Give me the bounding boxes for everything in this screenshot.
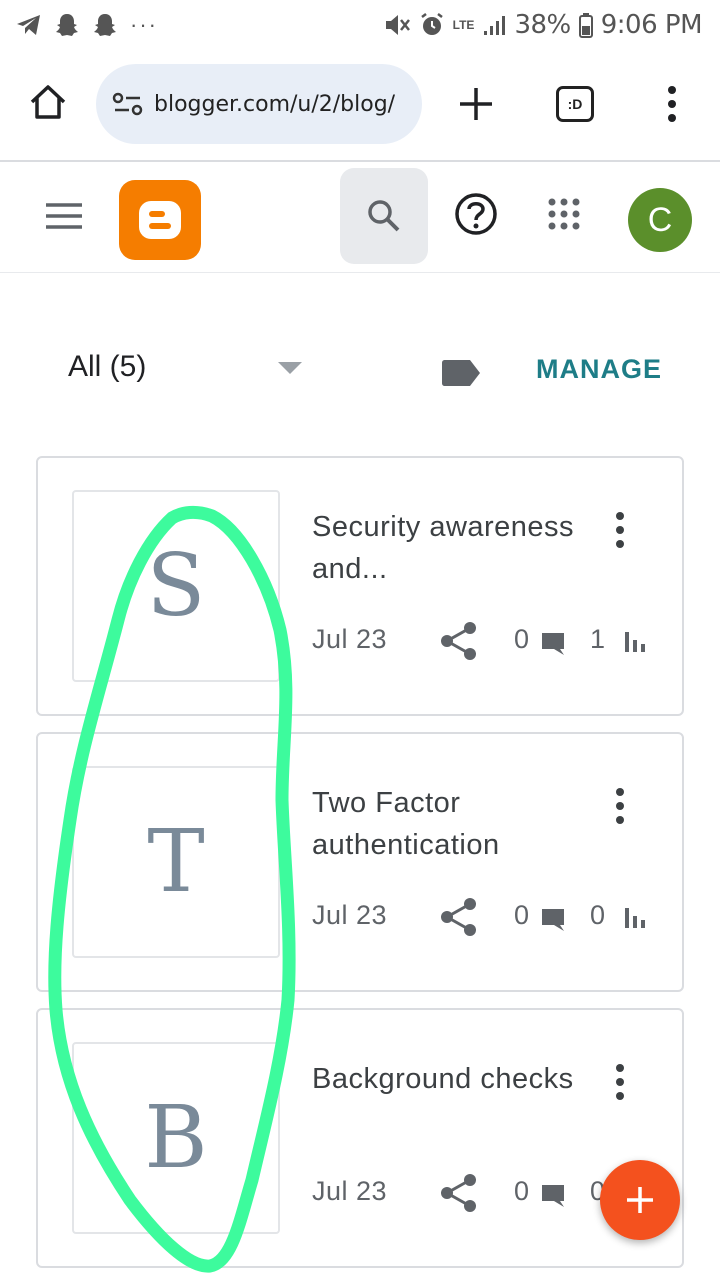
- more-vert-icon[interactable]: [612, 786, 628, 826]
- post-title[interactable]: Two Factor authentication: [312, 782, 612, 866]
- browser-toolbar: blogger.com/u/2/blog/ :D: [0, 52, 720, 160]
- hamburger-menu-icon[interactable]: [44, 200, 84, 232]
- notification-icons: ···: [16, 12, 158, 38]
- post-filter-dropdown[interactable]: All (5): [68, 350, 146, 384]
- signal-icon: [484, 16, 506, 35]
- address-bar[interactable]: blogger.com/u/2/blog/: [96, 64, 422, 144]
- manage-button[interactable]: MANAGE: [536, 354, 662, 385]
- url-text: blogger.com/u/2/blog/: [154, 91, 396, 117]
- post-thumbnail: S: [72, 490, 280, 682]
- more-vert-icon[interactable]: [612, 1062, 628, 1102]
- header-divider: [0, 272, 720, 273]
- network-type: LTE: [452, 18, 475, 32]
- share-icon[interactable]: [438, 896, 480, 938]
- comment-icon: [542, 633, 564, 655]
- system-icons: LTE 38% 9:06 PM: [383, 10, 703, 40]
- blogger-b-icon: [139, 201, 181, 239]
- post-thumbnail: B: [72, 1042, 280, 1234]
- site-settings-icon[interactable]: [112, 92, 144, 116]
- comment-icon: [542, 909, 564, 931]
- home-icon[interactable]: [28, 82, 68, 122]
- new-post-fab[interactable]: [600, 1160, 680, 1240]
- more-vert-icon[interactable]: [612, 510, 628, 550]
- clock: 9:06 PM: [600, 10, 703, 40]
- comments-count: 0: [514, 900, 530, 930]
- comments-count: 0: [514, 1176, 530, 1206]
- views-bar-icon: [625, 908, 645, 928]
- views-bar-icon: [625, 632, 645, 652]
- comment-icon: [542, 1185, 564, 1207]
- search-icon: [368, 200, 400, 232]
- snapchat-icon: [94, 14, 116, 36]
- toolbar-divider: [0, 160, 720, 162]
- new-tab-icon[interactable]: [456, 84, 496, 124]
- mute-icon: [385, 15, 410, 35]
- more-notifications-text: ···: [130, 12, 158, 37]
- search-button[interactable]: [340, 168, 428, 264]
- share-icon[interactable]: [438, 620, 480, 662]
- tab-switcher-button[interactable]: :D: [556, 86, 594, 122]
- post-title[interactable]: Security awareness and...: [312, 506, 612, 590]
- views-count: 1: [590, 624, 606, 654]
- alarm-icon: [420, 13, 443, 35]
- apps-grid-icon[interactable]: [546, 196, 582, 232]
- post-title[interactable]: Background checks: [312, 1058, 612, 1100]
- plus-icon: [627, 1187, 653, 1213]
- comments-count: 0: [514, 624, 530, 654]
- post-card[interactable]: T Two Factor authentication Jul 23 0 0: [36, 732, 684, 992]
- browser-menu-icon[interactable]: [660, 84, 684, 124]
- snapchat-icon: [56, 14, 78, 36]
- post-date: Jul 23: [312, 900, 388, 930]
- dropdown-caret-icon[interactable]: [278, 362, 302, 374]
- battery-percent: 38%: [514, 10, 571, 40]
- account-avatar[interactable]: C: [628, 188, 692, 252]
- telegram-icon: [17, 15, 40, 35]
- battery-icon: [578, 13, 593, 38]
- views-count: 0: [590, 900, 606, 930]
- label-tag-icon[interactable]: [440, 359, 482, 387]
- post-date: Jul 23: [312, 1176, 388, 1206]
- post-card[interactable]: B Background checks Jul 23 0 0: [36, 1008, 684, 1268]
- post-date: Jul 23: [312, 624, 388, 654]
- blogger-logo[interactable]: [119, 180, 201, 260]
- status-bar: ··· LTE 38% 9:06 PM: [0, 0, 720, 50]
- post-card[interactable]: S Security awareness and... Jul 23 0 1: [36, 456, 684, 716]
- post-thumbnail: T: [72, 766, 280, 958]
- tab-switcher-label: :D: [567, 96, 583, 112]
- help-icon[interactable]: [454, 192, 498, 236]
- share-icon[interactable]: [438, 1172, 480, 1214]
